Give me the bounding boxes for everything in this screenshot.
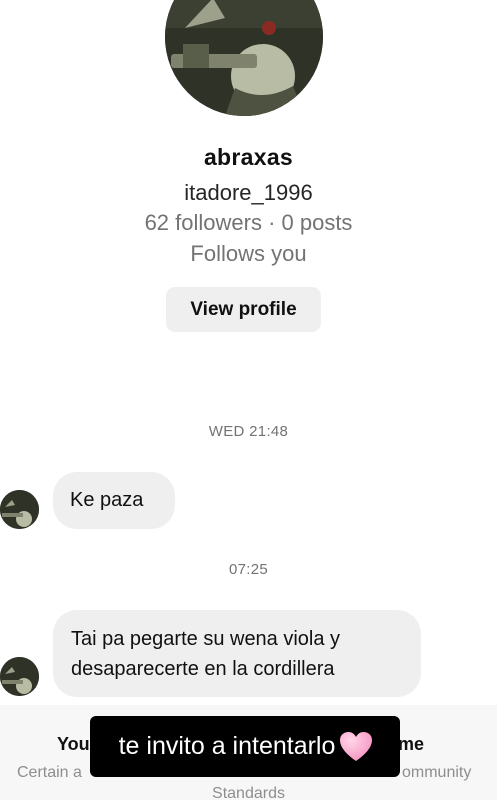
view-profile-button[interactable]: View profile	[166, 287, 321, 332]
profile-avatar[interactable]	[165, 0, 323, 116]
notice-title-left: You	[57, 734, 90, 754]
message-text: Ke paza	[70, 489, 144, 511]
pink-heart-icon	[339, 731, 373, 763]
notice-body-right: ommunity	[402, 764, 472, 781]
notice-body-line2: Standards	[212, 785, 285, 802]
sender-avatar[interactable]	[0, 657, 39, 696]
story-caption-text: te invito a intentarlo	[118, 732, 336, 760]
follows-you-label: Follows you	[190, 241, 307, 266]
notice-body-left: Certain a	[17, 764, 82, 781]
notice-title-right: me	[398, 734, 425, 754]
message-timestamp: 07:25	[228, 561, 269, 578]
message-text-line: Tai pa pegarte su wena viola y	[71, 628, 341, 650]
message-text-line: desaparecerte en la cordillera	[71, 658, 335, 680]
display-name: abraxas	[203, 144, 294, 170]
sender-avatar-image	[0, 490, 39, 529]
message-bubble[interactable]: Tai pa pegarte su wena viola y desaparec…	[53, 610, 421, 697]
message-timestamp: WED 21:48	[208, 423, 289, 440]
sender-avatar[interactable]	[0, 490, 39, 529]
username: itadore_1996	[184, 180, 313, 205]
story-caption: te invito a intentarlo	[90, 716, 400, 777]
profile-avatar-image	[165, 0, 323, 116]
sender-avatar-image	[0, 657, 39, 696]
message-bubble[interactable]: Ke paza	[53, 472, 175, 529]
follower-stats: 62 followers · 0 posts	[144, 210, 353, 235]
